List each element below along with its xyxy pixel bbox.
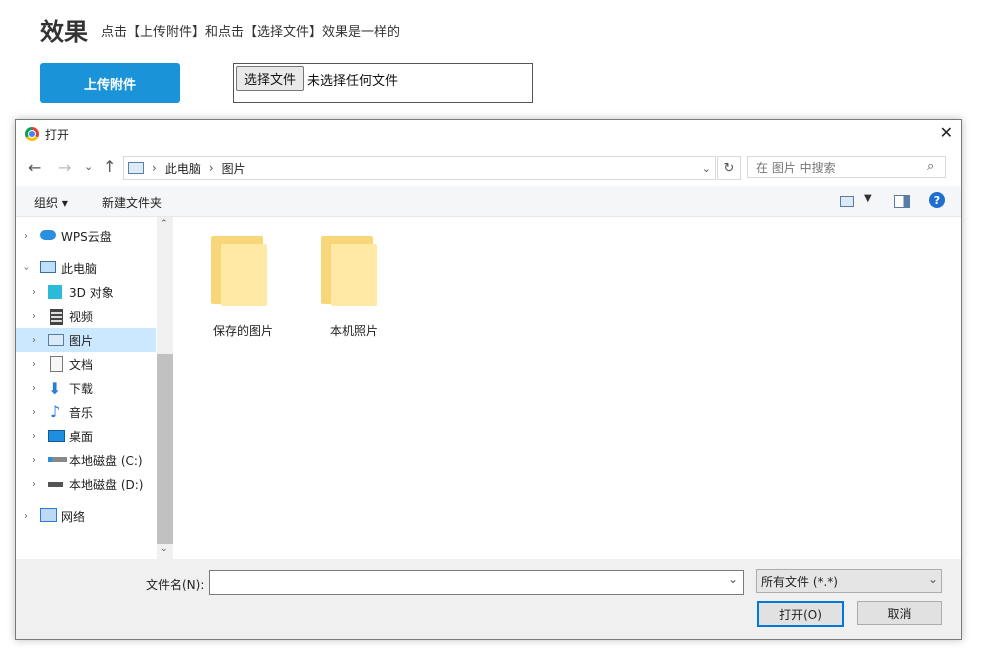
chevron-right-icon[interactable]: › [32,287,36,298]
open-button[interactable]: 打开(O) [757,601,844,627]
nav-label: 本地磁盘 (C:) [69,453,143,468]
cube-icon [48,285,62,299]
nav-label: WPS云盘 [61,229,112,244]
nav-item-music[interactable]: › ♪ 音乐 [16,400,156,424]
choose-file-button[interactable]: 选择文件 [236,66,304,91]
view-mode-icon[interactable] [840,196,854,207]
chevron-right-icon[interactable]: › [32,431,36,442]
page-title: 效果 [40,18,88,46]
view-dropdown-icon[interactable]: ▼ [864,193,872,204]
nav-item-video[interactable]: › 视频 [16,304,156,328]
nav-label: 图片 [69,333,94,348]
filename-label: 文件名(N): [146,578,205,592]
nav-label: 网络 [61,509,86,524]
nav-item-3d-objects[interactable]: › 3D 对象 [16,280,156,304]
nav-item-desktop[interactable]: › 桌面 [16,424,156,448]
search-input[interactable]: 在 图片 中搜索 [747,156,946,178]
address-bar[interactable]: › 此电脑 › 图片 ⌄ [123,156,716,180]
nav-label: 文档 [69,357,94,372]
help-icon[interactable]: ? [929,192,945,208]
drive-c-icon [48,457,67,462]
new-folder-button[interactable]: 新建文件夹 [102,194,162,211]
back-icon[interactable]: ← [28,158,41,177]
video-icon [50,309,63,325]
folder-label[interactable]: 保存的图片 [213,322,273,339]
cancel-button[interactable]: 取消 [857,601,942,625]
no-file-text: 未选择任何文件 [307,74,399,89]
nav-label: 此电脑 [61,261,98,276]
organize-menu[interactable]: 组织 ▾ [34,194,68,211]
nav-label: 桌面 [69,429,94,444]
scroll-down-icon[interactable]: ⌄ [160,544,168,554]
chevron-right-icon[interactable]: › [24,231,28,242]
drive-d-icon [48,482,63,487]
music-note-icon: ♪ [50,402,61,421]
chevron-right-icon[interactable]: › [32,383,36,394]
nav-item-network[interactable]: › 网络 [16,504,156,528]
nav-item-disk-c[interactable]: › 本地磁盘 (C:) [16,448,156,472]
nav-label: 3D 对象 [69,285,114,300]
forward-icon[interactable]: → [58,158,71,177]
page-subtitle: 点击【上传附件】和点击【选择文件】效果是一样的 [101,25,401,40]
pictures-location-icon [128,162,144,174]
desktop-icon [48,430,65,442]
filetype-select[interactable]: 所有文件 (*.*) [756,569,942,593]
nav-label: 视频 [69,309,94,324]
download-arrow-icon: ⬇ [48,379,62,398]
network-icon [40,508,57,522]
chrome-icon [25,127,39,141]
breadcrumb-pictures[interactable]: 图片 [222,160,246,177]
nav-item-this-pc[interactable]: › 此电脑 [16,256,156,280]
chevron-right-icon[interactable]: › [32,479,36,490]
chevron-right-icon[interactable]: › [32,407,36,418]
recent-chevron-icon[interactable]: ⌄ [84,160,93,173]
nav-item-pictures[interactable]: › 图片 [16,328,156,352]
nav-label: 下载 [69,381,94,396]
folder-label[interactable]: 本机照片 [330,322,378,339]
nav-item-disk-d[interactable]: › 本地磁盘 (D:) [16,472,156,496]
filename-dropdown-icon[interactable]: ⌄ [728,572,738,586]
address-dropdown-icon[interactable]: ⌄ [702,162,711,175]
close-icon[interactable]: ✕ [940,123,953,142]
pictures-icon [48,334,64,346]
scroll-up-icon[interactable]: ⌃ [160,219,168,229]
folder-icon[interactable] [211,236,267,306]
breadcrumb-this-pc[interactable]: 此电脑 [165,160,201,177]
up-icon[interactable]: ↑ [103,157,116,176]
chevron-right-icon[interactable]: › [32,359,36,370]
nav-item-wps[interactable]: › WPS云盘 [16,224,156,248]
cloud-icon [40,230,56,240]
document-icon [50,356,63,372]
nav-label: 本地磁盘 (D:) [69,477,144,492]
chevron-right-icon[interactable]: › [32,335,36,346]
breadcrumb-sep-icon: › [208,161,214,175]
preview-pane-icon[interactable] [894,195,910,208]
folder-icon[interactable] [321,236,377,306]
search-icon[interactable]: ⌕ [927,159,934,174]
nav-scrollbar-thumb[interactable] [157,354,173,544]
computer-icon [40,261,56,273]
nav-item-downloads[interactable]: › ⬇ 下载 [16,376,156,400]
chevron-down-icon[interactable]: › [21,266,32,270]
file-open-dialog: 打开 ✕ ← → ⌄ ↑ › 此电脑 › 图片 ⌄ ↻ 在 图片 中搜索 ⌕ 组… [15,119,962,640]
nav-item-documents[interactable]: › 文档 [16,352,156,376]
dialog-toolbar: 组织 ▾ 新建文件夹 ▼ ? [16,186,961,217]
nav-label: 音乐 [69,405,94,420]
filetype-dropdown-icon[interactable]: ⌄ [928,572,938,586]
filename-input[interactable] [209,570,744,595]
chevron-right-icon[interactable]: › [32,455,36,466]
refresh-icon[interactable]: ↻ [717,156,741,180]
chevron-right-icon[interactable]: › [32,311,36,322]
upload-attachment-button[interactable]: 上传附件 [40,63,180,103]
dialog-title: 打开 [45,128,70,142]
navigation-pane: › WPS云盘 › 此电脑 › 3D 对象 › 视频 › 图片 › 文档 › ⬇… [16,217,173,559]
chevron-right-icon[interactable]: › [24,511,28,522]
breadcrumb-sep-icon: › [152,161,157,175]
